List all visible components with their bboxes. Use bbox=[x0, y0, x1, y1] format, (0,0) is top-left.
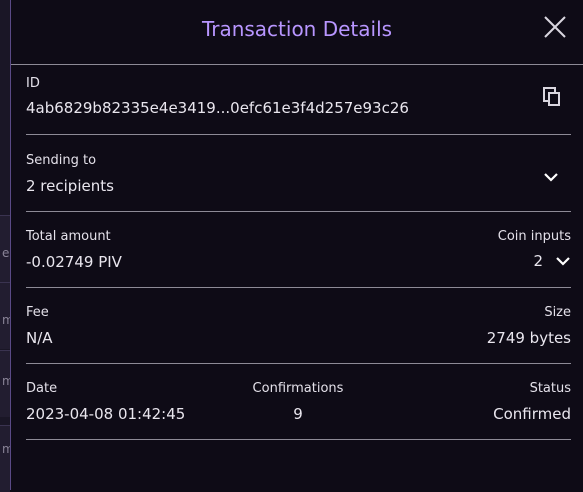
total-amount-value: -0.02749 PIV bbox=[26, 253, 122, 271]
date-value: 2023-04-08 01:42:45 bbox=[26, 405, 186, 423]
close-icon bbox=[544, 16, 566, 38]
status-label: Status bbox=[529, 381, 571, 396]
copy-icon bbox=[543, 87, 560, 106]
modal-header: Transaction Details bbox=[11, 0, 583, 65]
date-label: Date bbox=[26, 381, 58, 396]
close-button[interactable] bbox=[543, 15, 567, 39]
modal-title: Transaction Details bbox=[201, 17, 393, 41]
chevron-down-icon bbox=[544, 173, 558, 182]
confirmations-value: 9 bbox=[293, 405, 303, 423]
status-value: Confirmed bbox=[493, 405, 571, 423]
size-value: 2749 bytes bbox=[486, 329, 571, 347]
id-label: ID bbox=[26, 76, 40, 91]
coin-inputs-label: Coin inputs bbox=[497, 229, 571, 244]
id-row: ID 4ab6829b82335e4e3419...0efc61e3f4d257… bbox=[26, 65, 571, 135]
amount-row: Total amount -0.02749 PIV Coin inputs 2 bbox=[26, 212, 571, 288]
coin-inputs-dropdown[interactable]: 2 bbox=[521, 252, 571, 272]
background-app: er m m m bbox=[0, 0, 14, 492]
date-row: Date 2023-04-08 01:42:45 Confirmations 9… bbox=[26, 364, 571, 440]
fee-label: Fee bbox=[26, 305, 49, 320]
total-amount-label: Total amount bbox=[26, 229, 111, 244]
fee-value: N/A bbox=[26, 329, 53, 347]
sending-to-row[interactable]: Sending to 2 recipients bbox=[26, 135, 571, 212]
fee-row: Fee N/A Size 2749 bytes bbox=[26, 288, 571, 364]
confirmations-label: Confirmations bbox=[252, 381, 344, 396]
chevron-down-icon bbox=[556, 257, 570, 266]
transaction-id: 4ab6829b82335e4e3419...0efc61e3f4d257e93… bbox=[26, 99, 409, 117]
sending-to-label: Sending to bbox=[26, 153, 97, 168]
coin-inputs-value: 2 bbox=[533, 252, 543, 270]
background-row bbox=[0, 425, 10, 492]
size-label: Size bbox=[544, 305, 571, 320]
recipients-count: 2 recipients bbox=[26, 177, 114, 195]
copy-button[interactable] bbox=[543, 87, 561, 107]
transaction-details-modal: Transaction Details ID 4ab6829b82335e4e3… bbox=[10, 0, 583, 490]
expand-recipients-button[interactable] bbox=[543, 167, 559, 182]
